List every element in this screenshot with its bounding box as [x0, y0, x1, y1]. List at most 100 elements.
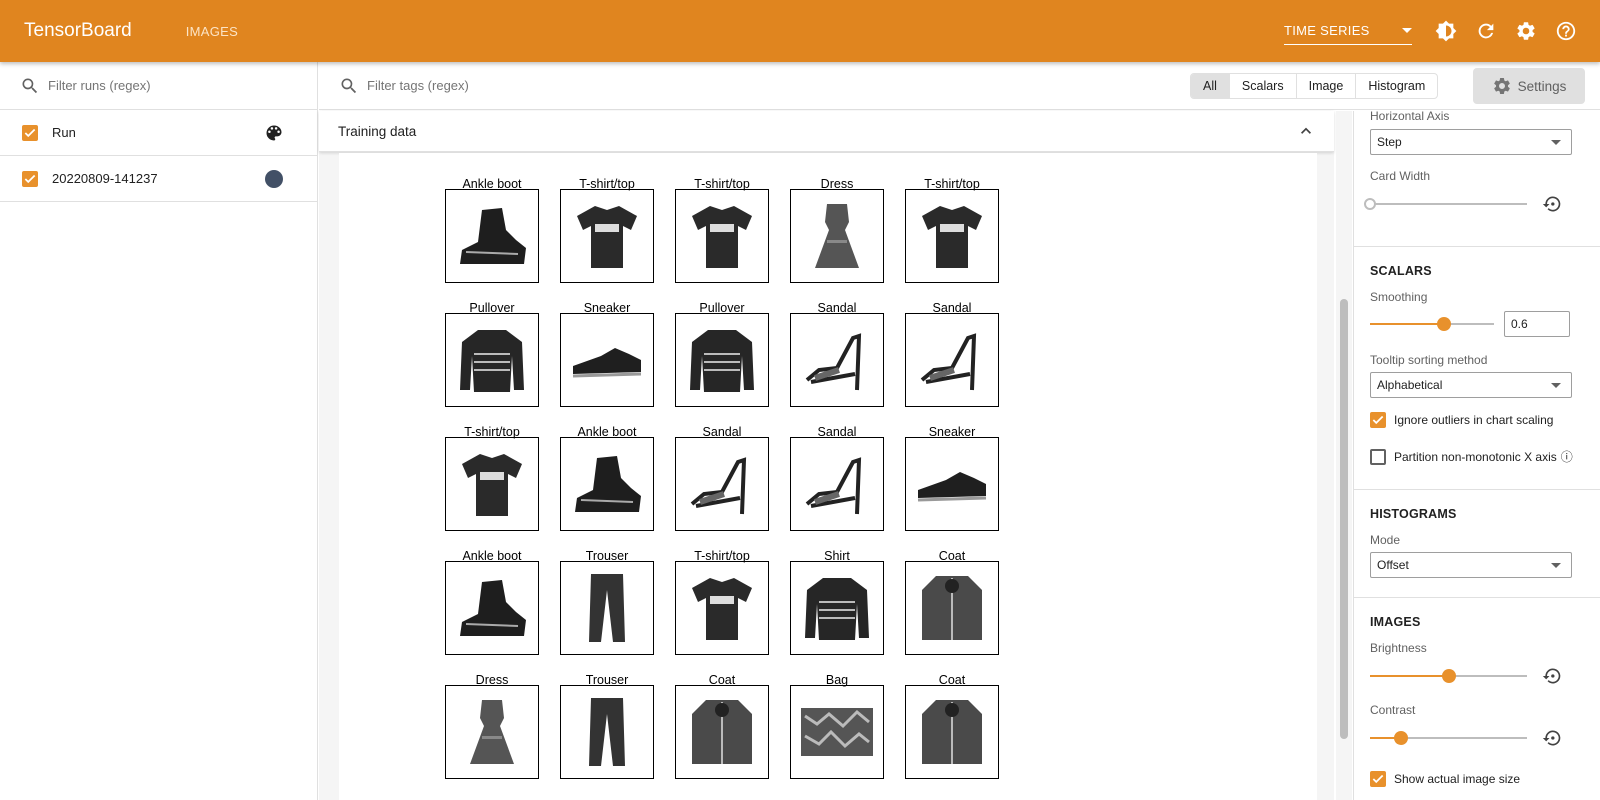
app-title[interactable]: TensorBoard	[24, 20, 132, 42]
settings-pane: Horizontal Axis Step Card Width SCALARS …	[1353, 111, 1600, 800]
card-width-slider-thumb[interactable]	[1364, 198, 1376, 210]
brightness-reset-button[interactable]	[1542, 666, 1562, 686]
image-sample[interactable]: Pullover	[675, 301, 769, 407]
settings-toggle-button[interactable]: Settings	[1473, 68, 1585, 104]
image-sample-frame	[790, 437, 884, 531]
image-sample[interactable]: Coat	[905, 549, 999, 655]
image-sample-frame	[445, 437, 539, 531]
tooltip-sort-select[interactable]: Alphabetical	[1370, 372, 1572, 398]
image-sample[interactable]: Ankle boot	[560, 425, 654, 531]
image-sample[interactable]: Coat	[675, 673, 769, 779]
image-sample[interactable]: T-shirt/top	[445, 425, 539, 531]
tshirt-icon	[577, 206, 637, 268]
image-sample[interactable]: Pullover	[445, 301, 539, 407]
filter-histogram-button[interactable]: Histogram	[1356, 74, 1437, 98]
card-width-reset-button[interactable]	[1542, 194, 1562, 214]
nav-images[interactable]: IMAGES	[186, 24, 238, 39]
image-sample[interactable]: Trouser	[560, 673, 654, 779]
caret-down-icon	[1402, 28, 1412, 33]
scrollbar-thumb[interactable]	[1340, 299, 1348, 739]
horizontal-axis-select[interactable]: Step	[1370, 129, 1572, 155]
image-sample[interactable]: T-shirt/top	[905, 177, 999, 283]
contrast-reset-button[interactable]	[1542, 728, 1562, 748]
theme-toggle-button[interactable]	[1426, 11, 1466, 51]
help-button[interactable]	[1546, 11, 1586, 51]
scrollbar[interactable]	[1336, 111, 1352, 800]
brightness-slider-thumb[interactable]	[1441, 669, 1456, 683]
tag-filter-input[interactable]: Filter tags (regex)	[367, 78, 469, 93]
help-circle-icon[interactable]: ⓘ	[1561, 448, 1573, 465]
run-row[interactable]: 20220809-141237	[0, 156, 317, 202]
images-settings-section: IMAGES Brightness Contrast Show actual i…	[1354, 599, 1600, 800]
filter-all-button[interactable]: All	[1191, 74, 1230, 98]
chevron-up-icon[interactable]	[1296, 121, 1316, 141]
smoothing-label: Smoothing	[1370, 290, 1428, 304]
image-sample[interactable]: Sneaker	[560, 301, 654, 407]
card-width-label: Card Width	[1370, 169, 1431, 183]
ignore-outliers-checkbox[interactable]	[1370, 412, 1386, 428]
check-icon	[24, 128, 36, 137]
reload-button[interactable]	[1466, 11, 1506, 51]
histogram-mode-select[interactable]: Offset	[1370, 552, 1572, 578]
image-sample[interactable]: Dress	[445, 673, 539, 779]
image-sample[interactable]: Sandal	[905, 301, 999, 407]
show-actual-size-option[interactable]: Show actual image size	[1370, 771, 1520, 787]
scalars-section-title: SCALARS	[1370, 264, 1432, 278]
image-sample[interactable]: Sneaker	[905, 425, 999, 531]
image-panel: Ankle boot T-shirt/top T-shirt/top Dress T-s…	[339, 153, 1317, 800]
smoothing-slider-thumb[interactable]	[1437, 317, 1452, 331]
image-sample-frame	[445, 685, 539, 779]
histogram-mode-label: Mode	[1370, 533, 1401, 547]
image-sample[interactable]: Trouser	[560, 549, 654, 655]
image-sample[interactable]: Bag	[790, 673, 884, 779]
run-color-button[interactable]	[264, 169, 284, 189]
show-actual-size-checkbox[interactable]	[1370, 771, 1386, 787]
filter-image-button[interactable]: Image	[1297, 74, 1357, 98]
dress-icon	[815, 204, 859, 268]
image-sample[interactable]: Ankle boot	[445, 177, 539, 283]
partition-x-checkbox[interactable]	[1370, 448, 1386, 465]
image-sample-frame	[445, 313, 539, 407]
image-sample[interactable]: Sandal	[790, 425, 884, 531]
check-icon	[1372, 415, 1384, 425]
smoothing-input[interactable]: 0.6	[1504, 311, 1570, 337]
image-sample[interactable]: T-shirt/top	[675, 177, 769, 283]
card-width-slider[interactable]	[1364, 198, 1527, 210]
image-sample[interactable]: T-shirt/top	[675, 549, 769, 655]
image-sample[interactable]: Dress	[790, 177, 884, 283]
image-sample[interactable]: Coat	[905, 673, 999, 779]
mode-selector[interactable]: TIME SERIES	[1284, 17, 1412, 45]
runs-header-row: Run	[0, 110, 317, 156]
settings-button[interactable]	[1506, 11, 1546, 51]
image-sample-frame	[560, 189, 654, 283]
image-sample[interactable]: Sandal	[790, 301, 884, 407]
contrast-slider-thumb[interactable]	[1394, 731, 1409, 745]
image-sample[interactable]: T-shirt/top	[560, 177, 654, 283]
filter-scalars-button[interactable]: Scalars	[1230, 74, 1297, 98]
image-sample-frame	[905, 313, 999, 407]
color-palette-button[interactable]	[264, 123, 284, 143]
image-sample-frame	[905, 189, 999, 283]
image-sample-frame	[790, 189, 884, 283]
runs-filter[interactable]: Filter runs (regex)	[0, 62, 317, 110]
image-card: Training data Ankle boot T-shirt/top T-shi…	[319, 111, 1334, 800]
image-sample-frame	[790, 561, 884, 655]
tshirt-icon	[692, 206, 752, 268]
refresh-icon	[1478, 23, 1494, 39]
ignore-outliers-option[interactable]: Ignore outliers in chart scaling	[1370, 412, 1553, 428]
image-sample-frame	[560, 313, 654, 407]
smoothing-slider[interactable]	[1370, 317, 1494, 331]
brightness-label: Brightness	[1370, 641, 1427, 655]
image-sample-frame	[675, 561, 769, 655]
run-checkbox[interactable]	[22, 170, 38, 187]
general-settings-section: Horizontal Axis Step Card Width	[1354, 111, 1600, 247]
image-sample[interactable]: Sandal	[675, 425, 769, 531]
contrast-slider[interactable]	[1370, 731, 1527, 745]
caret-down-icon	[1551, 563, 1561, 568]
brightness-slider[interactable]	[1370, 669, 1527, 683]
image-sample[interactable]: Shirt	[790, 549, 884, 655]
select-all-checkbox[interactable]	[22, 124, 38, 141]
image-sample[interactable]: Ankle boot	[445, 549, 539, 655]
partition-x-option[interactable]: Partition non-monotonic X axis ⓘ	[1370, 448, 1573, 465]
card-header[interactable]: Training data	[319, 111, 1334, 152]
